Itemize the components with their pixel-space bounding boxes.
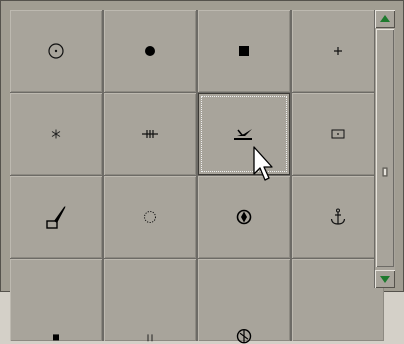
vertical-scrollbar[interactable] — [374, 10, 395, 288]
partial-icon-b — [147, 334, 153, 342]
symbol-cell[interactable] — [104, 259, 196, 342]
symbol-cell[interactable] — [198, 10, 290, 92]
symbol-cell-selected[interactable] — [198, 93, 290, 175]
filled-square-icon — [239, 46, 249, 56]
symbol-cell[interactable] — [292, 10, 384, 92]
thumb-grip-icon — [382, 167, 388, 177]
railway-track-icon — [142, 130, 158, 138]
paintbrush-icon — [46, 206, 66, 229]
symbol-cell[interactable] — [292, 176, 384, 258]
dotted-circle-icon — [144, 211, 156, 223]
symbol-cell[interactable] — [198, 259, 290, 344]
symbol-cell[interactable] — [104, 93, 196, 175]
symbol-cell[interactable] — [104, 10, 196, 92]
symbol-cell[interactable] — [292, 259, 384, 341]
scroll-up-button[interactable] — [375, 10, 395, 28]
anchor-icon — [330, 208, 346, 225]
plane-wreck-icon — [234, 129, 252, 140]
circle-marker-icon — [236, 209, 252, 225]
symbol-cell[interactable] — [10, 259, 102, 341]
symbol-cell[interactable] — [104, 176, 196, 258]
partial-icon-a — [53, 334, 59, 341]
scroll-down-arrow-icon — [380, 276, 390, 283]
mouse-pointer-icon — [253, 146, 273, 181]
symbol-cell[interactable] — [10, 93, 102, 175]
circle-dot-icon — [48, 43, 64, 59]
scroll-down-button[interactable] — [375, 270, 395, 288]
dotted-rectangle-icon — [331, 129, 345, 139]
asterisk-icon — [51, 129, 61, 139]
scroll-up-arrow-icon — [380, 15, 390, 22]
scroll-thumb[interactable] — [376, 29, 394, 267]
symbol-cell[interactable] — [198, 176, 290, 258]
symbol-cell[interactable] — [292, 93, 384, 175]
symbol-cell[interactable] — [10, 10, 102, 92]
symbol-grid — [10, 10, 384, 344]
filled-circle-icon — [145, 46, 155, 56]
symbol-picker-window — [0, 0, 404, 344]
partial-icon-c — [236, 329, 252, 344]
symbol-cell[interactable] — [10, 176, 102, 258]
plus-icon — [334, 47, 342, 55]
